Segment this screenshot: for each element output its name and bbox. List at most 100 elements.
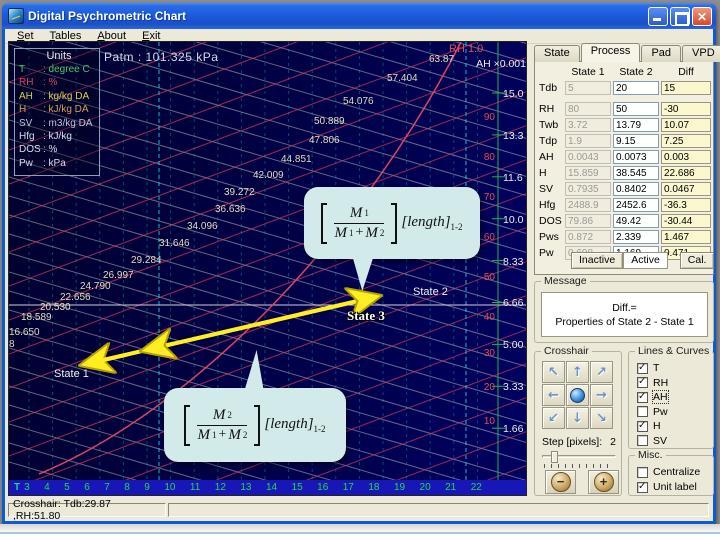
curve-toggle[interactable]: H: [637, 420, 713, 432]
crosshair-arrow-button[interactable]: ↖: [542, 361, 565, 383]
property-label: Hfg: [539, 198, 556, 211]
step-row: Step [pixels]: 2: [542, 436, 616, 448]
crosshair-arrow-button[interactable]: ↑: [566, 361, 589, 383]
lines-curves-group: Lines & Curves T RH AH: [628, 345, 714, 449]
minimize-button[interactable]: [648, 6, 668, 26]
status-bar: Crosshair: Tdb:29.87 ,RH:51.80: [6, 498, 711, 522]
property-label: Tdp: [539, 134, 558, 147]
state2-field[interactable]: 13.79: [613, 117, 659, 132]
close-button[interactable]: [692, 6, 712, 26]
table-row: AH 0.0043 0.0073 0.003: [539, 149, 713, 164]
panel-button[interactable]: Inactive: [571, 252, 624, 269]
crosshair-arrow-button[interactable]: [566, 384, 589, 406]
zoom-out-button[interactable]: −: [545, 470, 576, 494]
checkbox-label: Unit label: [653, 481, 697, 493]
crosshair-arrow-button[interactable]: ↘: [590, 407, 613, 429]
state2-field[interactable]: 49.42: [613, 213, 659, 228]
crosshair-arrow-button[interactable]: ↙: [542, 407, 565, 429]
state1-field[interactable]: 15.859: [565, 165, 611, 180]
state-point-label: State 1: [54, 368, 89, 380]
curve-toggle[interactable]: RH: [637, 376, 713, 389]
desktop-background: [0, 524, 720, 540]
app-icon: [8, 8, 24, 24]
state1-field[interactable]: 0.872: [565, 229, 611, 244]
checkbox-icon[interactable]: [637, 435, 648, 446]
panel-button[interactable]: Active: [623, 252, 668, 269]
state1-field[interactable]: 2488.9: [565, 197, 611, 212]
diff-field: 0.0467: [661, 181, 711, 196]
misc-group: Misc. Centralize Unit label: [628, 449, 714, 496]
checkbox-icon[interactable]: [637, 420, 648, 432]
table-row: Pws 0.872 2.339 1.467: [539, 229, 713, 244]
crosshair-arrow-pad: ↖ ↑ ↗ ← → ↙ ↓ ↘: [542, 361, 614, 429]
property-label: Pw: [539, 246, 554, 259]
table-row: DOS 79.86 49.42 -30.44: [539, 213, 713, 228]
crosshair-arrow-button[interactable]: →: [590, 384, 613, 406]
checkbox-icon[interactable]: [637, 362, 648, 374]
zoom-in-button[interactable]: +: [588, 470, 619, 494]
state1-field[interactable]: 3.72: [565, 117, 611, 132]
state1-field[interactable]: 5: [565, 80, 611, 95]
state1-field[interactable]: 0.7935: [565, 181, 611, 196]
checkbox-icon[interactable]: [637, 406, 648, 417]
diff-field: -30: [661, 101, 711, 116]
misc-toggle[interactable]: Centralize: [637, 466, 713, 478]
mass-fraction-callout-1: M1 M 1 + M 2 [length]1-2: [304, 187, 480, 291]
checkbox-label: RH: [653, 376, 669, 389]
state-point-label: State 2: [413, 286, 448, 298]
crosshair-group: Crosshair ↖ ↑ ↗ ← → ↙ ↓ ↘ Step [pixels]: 2 − +: [534, 345, 622, 496]
checkbox-label: Pw: [653, 405, 668, 418]
state1-field[interactable]: 80: [565, 101, 611, 116]
diff-field: 7.25: [661, 133, 711, 148]
psychrometric-chart[interactable]: Units T: degree C RH: % AH: kg/kg DA H:…: [8, 41, 527, 496]
state2-field[interactable]: 0.8402: [613, 181, 659, 196]
state-point-label: State 3: [347, 308, 385, 323]
curve-toggle[interactable]: Pw: [637, 406, 713, 418]
tab-strip: State Process Pad VPD: [534, 43, 720, 62]
curve-toggle[interactable]: T: [637, 362, 713, 374]
state2-field[interactable]: 20: [613, 80, 659, 95]
tab[interactable]: Pad: [641, 45, 682, 62]
step-slider[interactable]: [542, 451, 616, 468]
state1-field[interactable]: 79.86: [565, 213, 611, 228]
checkbox-label: AH: [652, 390, 669, 404]
checkbox-label: Centralize: [653, 466, 701, 478]
mass-fraction-callout-2: M2 M 1 + M 2 [length]1-2: [164, 350, 346, 462]
tab[interactable]: State: [534, 45, 580, 62]
diff-field: -36.3: [661, 197, 711, 212]
step-value: 2: [610, 436, 616, 448]
slider-thumb[interactable]: [551, 451, 558, 463]
state1-field[interactable]: 0.0043: [565, 149, 611, 164]
step-label: Step [pixels]:: [542, 436, 603, 448]
state2-field[interactable]: 9.15: [613, 133, 659, 148]
message-box: Diff.= Properties of State 2 - State 1: [541, 292, 708, 337]
misc-group-title: Misc.: [635, 449, 666, 461]
property-label: Tdb: [539, 81, 558, 94]
process-tab-page: State 1 State 2 Diff Tdb 5 20 15 RH 80 5…: [534, 61, 715, 275]
state2-field[interactable]: 2452.6: [613, 197, 659, 212]
checkbox-icon[interactable]: [637, 466, 648, 478]
checkbox-icon[interactable]: [637, 481, 648, 493]
checkbox-icon[interactable]: [637, 391, 648, 403]
state2-field[interactable]: 50: [613, 101, 659, 116]
crosshair-arrow-button[interactable]: ↗: [590, 361, 613, 383]
misc-toggle[interactable]: Unit label: [637, 481, 713, 493]
crosshair-arrow-button[interactable]: ↓: [566, 407, 589, 429]
state2-field[interactable]: 2.339: [613, 229, 659, 244]
tab[interactable]: VPD: [682, 45, 720, 62]
maximize-button[interactable]: [670, 6, 690, 26]
tab[interactable]: Process: [580, 43, 641, 62]
curve-toggle[interactable]: AH: [637, 390, 713, 404]
panel-button[interactable]: Cal.: [679, 252, 715, 269]
table-row: H 15.859 38.545 22.686: [539, 165, 713, 180]
state2-field[interactable]: 0.0073: [613, 149, 659, 164]
curve-toggle[interactable]: SV: [637, 435, 713, 447]
state2-field[interactable]: 38.545: [613, 165, 659, 180]
crosshair-arrow-button[interactable]: ←: [542, 384, 565, 406]
state1-field[interactable]: 1.9: [565, 133, 611, 148]
checkbox-icon[interactable]: [637, 376, 648, 388]
diff-field: 10.07: [661, 117, 711, 132]
property-label: AH: [539, 150, 554, 163]
checkbox-label: SV: [653, 434, 668, 447]
table-row: SV 0.7935 0.8402 0.0467: [539, 181, 713, 196]
